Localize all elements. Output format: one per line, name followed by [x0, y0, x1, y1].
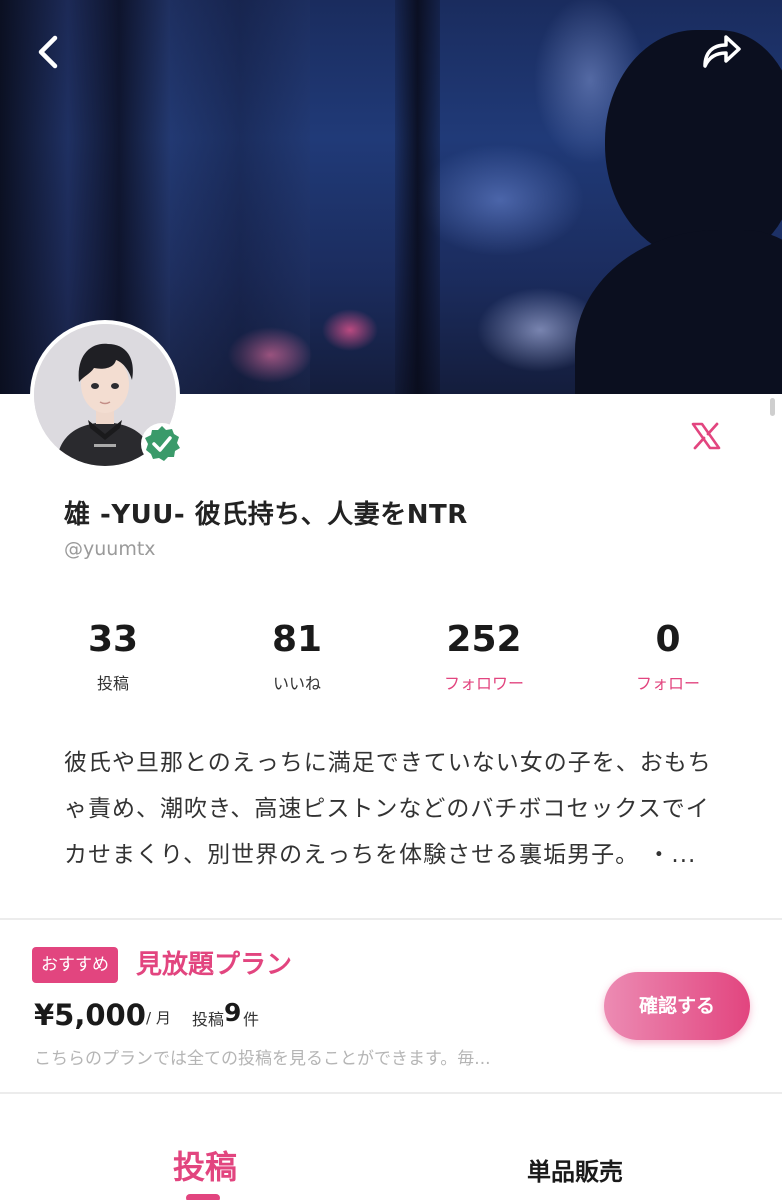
profile-name: 雄 -YUU- 彼氏持ち、人妻をNTR: [64, 500, 468, 530]
plan-card: おすすめ 見放題プラン ¥5,000 / 月 投稿 9 件 こちらのプランでは全…: [0, 920, 782, 1092]
plan-posts-count: 9: [224, 998, 242, 1027]
tab-posts[interactable]: 投稿: [130, 1142, 280, 1188]
plan-price: ¥5,000: [34, 998, 146, 1032]
check-badge-icon: [141, 423, 183, 465]
active-tab-indicator: [186, 1194, 220, 1200]
stat-likes[interactable]: 81 いいね: [217, 618, 377, 694]
plan-description: こちらのプランでは全ての投稿を見ることができます。毎...: [34, 1049, 491, 1069]
stat-value: 252: [446, 619, 522, 660]
share-icon: [703, 35, 741, 68]
chevron-left-icon: [38, 35, 58, 69]
profile-handle: @yuumtx: [64, 538, 156, 560]
plan-period: / 月: [146, 1009, 171, 1027]
x-social-link[interactable]: [684, 414, 728, 458]
stat-label: フォロワー: [443, 674, 524, 693]
bio-line: ゃ責め、潮吹き、高速ピストンなどのバチボコセックスでイ: [64, 796, 710, 822]
stat-followers[interactable]: 252 フォロワー: [404, 618, 564, 694]
stat-following[interactable]: 0 フォロー: [588, 618, 748, 694]
confirm-button[interactable]: 確認する: [604, 972, 750, 1040]
bio-line: 彼氏や旦那とのえっちに満足できていない女の子を、おもち: [64, 750, 712, 776]
verified-badge: [138, 420, 186, 468]
stat-posts[interactable]: 33 投稿: [33, 618, 193, 694]
content-tabs: 投稿 単品販売: [0, 1094, 782, 1200]
back-button[interactable]: [24, 28, 72, 76]
stats-row: 33 投稿 81 いいね 252 フォロワー 0 フォロー: [0, 618, 782, 698]
profile-bio[interactable]: 彼氏や旦那とのえっちに満足できていない女の子を、おもち ゃ責め、潮吹き、高速ピス…: [64, 740, 724, 878]
curtain-mid: [170, 0, 310, 394]
stat-value: 81: [271, 619, 323, 660]
bio-line: カせまくり、別世界のえっちを体験させる裏垢男子。 ・...: [64, 842, 697, 868]
stat-label: フォロー: [635, 674, 700, 693]
x-logo-icon: [691, 422, 721, 450]
stat-label: いいね: [272, 674, 321, 693]
stat-value: 33: [87, 619, 139, 660]
recommended-badge: おすすめ: [32, 947, 118, 983]
plan-posts-label: 投稿: [192, 1010, 225, 1029]
stat-label: 投稿: [96, 674, 129, 693]
tab-single-sales[interactable]: 単品販売: [500, 1152, 650, 1187]
stat-value: 0: [655, 619, 681, 660]
scrollbar[interactable]: [770, 398, 775, 416]
plan-title: 見放題プラン: [136, 950, 293, 980]
silhouette-body: [575, 230, 782, 394]
curtain-fold: [395, 0, 440, 394]
share-button[interactable]: [697, 28, 745, 76]
plan-posts-unit: 件: [243, 1010, 260, 1029]
silhouette-head: [605, 30, 782, 260]
